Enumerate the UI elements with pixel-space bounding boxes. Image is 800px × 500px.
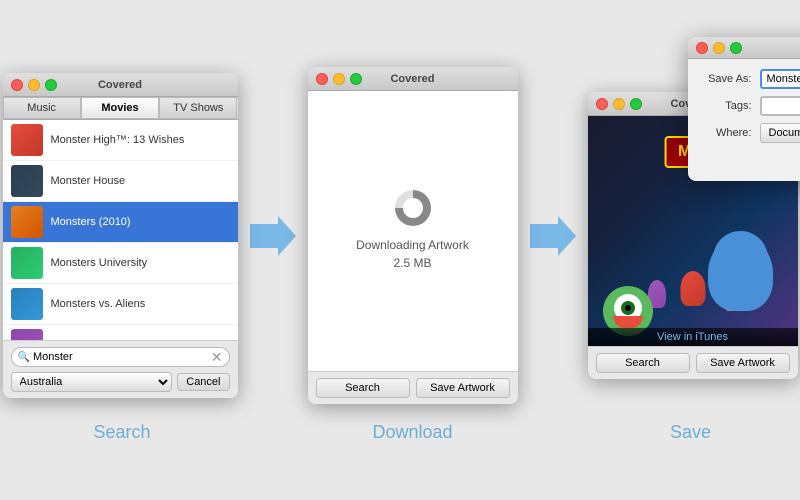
close-button[interactable] [316, 73, 328, 85]
thumb-6 [11, 329, 43, 340]
thumb-5 [11, 288, 43, 320]
tab-bar: Music Movies TV Shows [3, 97, 238, 120]
minimize-button[interactable] [713, 42, 725, 54]
list-item[interactable]: Monster House [3, 161, 238, 202]
tags-input[interactable] [760, 96, 800, 116]
close-button[interactable] [11, 79, 23, 91]
traffic-lights-search [11, 79, 57, 91]
save-artwork-button[interactable]: Save Artwork [416, 378, 510, 398]
traffic-lights-download [316, 73, 362, 85]
download-bottom-bar: Search Save Artwork [308, 371, 518, 404]
item-label: Monster House [51, 175, 126, 187]
maximize-button[interactable] [730, 42, 742, 54]
search-window-title: Covered [98, 79, 142, 91]
search-label: Search [5, 422, 240, 443]
search-title-bar: Covered [3, 73, 238, 97]
sully-body [708, 236, 773, 311]
save-label: Save [586, 422, 796, 443]
arrow-1 [248, 216, 298, 256]
close-button[interactable] [696, 42, 708, 54]
mike-iris [625, 305, 631, 311]
tags-label: Tags: [702, 100, 752, 112]
save-as-label: Save As: [702, 73, 752, 85]
item-label: Monster High™: 13 Wishes [51, 134, 185, 146]
save-artwork-button[interactable]: Save Artwork [696, 353, 790, 373]
minimize-button[interactable] [28, 79, 40, 91]
list-item[interactable]: Monster High™: 13 Wishes [3, 120, 238, 161]
search-icon: 🔍 [18, 352, 30, 363]
maximize-button[interactable] [350, 73, 362, 85]
view-in-itunes-link[interactable]: View in iTunes [588, 328, 798, 346]
search-window: Covered Music Movies TV Shows Monster Hi… [3, 73, 238, 398]
item-label: Monsters, Inc. [51, 339, 120, 340]
search-button[interactable]: Search [596, 353, 690, 373]
thumb-1 [11, 124, 43, 156]
sully-character [708, 231, 778, 331]
where-label: Where: [702, 127, 752, 139]
download-window-title: Covered [390, 73, 434, 85]
tab-music[interactable]: Music [3, 97, 81, 119]
traffic-lights-save [596, 98, 642, 110]
thumb-2 [11, 165, 43, 197]
where-select[interactable]: Documents Desktop Downloads [760, 123, 800, 143]
item-label: Monsters (2010) [51, 216, 131, 228]
maximize-button[interactable] [630, 98, 642, 110]
thumb-4 [11, 247, 43, 279]
clear-icon[interactable]: ✕ [211, 350, 223, 364]
search-button[interactable]: Search [316, 378, 410, 398]
traffic-lights-dialog [696, 42, 742, 54]
list-item[interactable]: Monsters, Inc. [3, 325, 238, 340]
maximize-button[interactable] [45, 79, 57, 91]
cancel-button[interactable]: Cancel [177, 373, 229, 391]
save-bottom-bar: Search Save Artwork [588, 346, 798, 379]
list-item[interactable]: Monsters vs. Aliens [3, 284, 238, 325]
download-content: Downloading Artwork 2.5 MB [308, 91, 518, 371]
download-label: Download [308, 422, 518, 443]
tags-row: Tags: [702, 96, 800, 116]
search-bottom-bar: 🔍 ✕ Australia United States United Kingd… [3, 340, 238, 398]
search-input[interactable] [33, 351, 211, 363]
item-label: Monsters University [51, 257, 148, 269]
country-cancel-row: Australia United States United Kingdom C… [11, 372, 230, 392]
save-dialog-title-bar: Covered [688, 37, 800, 59]
tab-movies[interactable]: Movies [81, 97, 159, 119]
list-item-selected[interactable]: Monsters (2010) [3, 202, 238, 243]
search-results-list: Monster High™: 13 Wishes Monster House M… [3, 120, 238, 340]
mike-pupil [621, 301, 635, 315]
save-dialog-content: Save As: ▼ Tags: Where: Documents Deskto… [688, 59, 800, 181]
tab-tvshows[interactable]: TV Shows [159, 97, 237, 119]
step-labels: Search Download Save [5, 422, 796, 443]
item-label: Monsters vs. Aliens [51, 298, 146, 310]
save-dialog-buttons: Cancel Save [702, 151, 800, 171]
bg-char-1 [680, 271, 705, 306]
save-as-input[interactable] [760, 69, 800, 89]
downloading-text: Downloading Artwork 2.5 MB [356, 236, 469, 272]
spinner-icon [395, 190, 431, 226]
minimize-button[interactable] [333, 73, 345, 85]
download-window: Covered Downloading Artwork 2.5 MB Searc… [308, 67, 518, 404]
close-button[interactable] [596, 98, 608, 110]
arrow-2 [528, 216, 578, 256]
minimize-button[interactable] [613, 98, 625, 110]
download-title-bar: Covered [308, 67, 518, 91]
country-select[interactable]: Australia United States United Kingdom [11, 372, 173, 392]
search-input-container: 🔍 ✕ [11, 347, 230, 367]
list-item[interactable]: Monsters University [3, 243, 238, 284]
save-as-row: Save As: ▼ [702, 69, 800, 89]
save-dialog: Covered Save As: ▼ Tags: Where: Document… [688, 37, 800, 181]
thumb-3 [11, 206, 43, 238]
where-row: Where: Documents Desktop Downloads ⬆⬇ [702, 123, 800, 143]
